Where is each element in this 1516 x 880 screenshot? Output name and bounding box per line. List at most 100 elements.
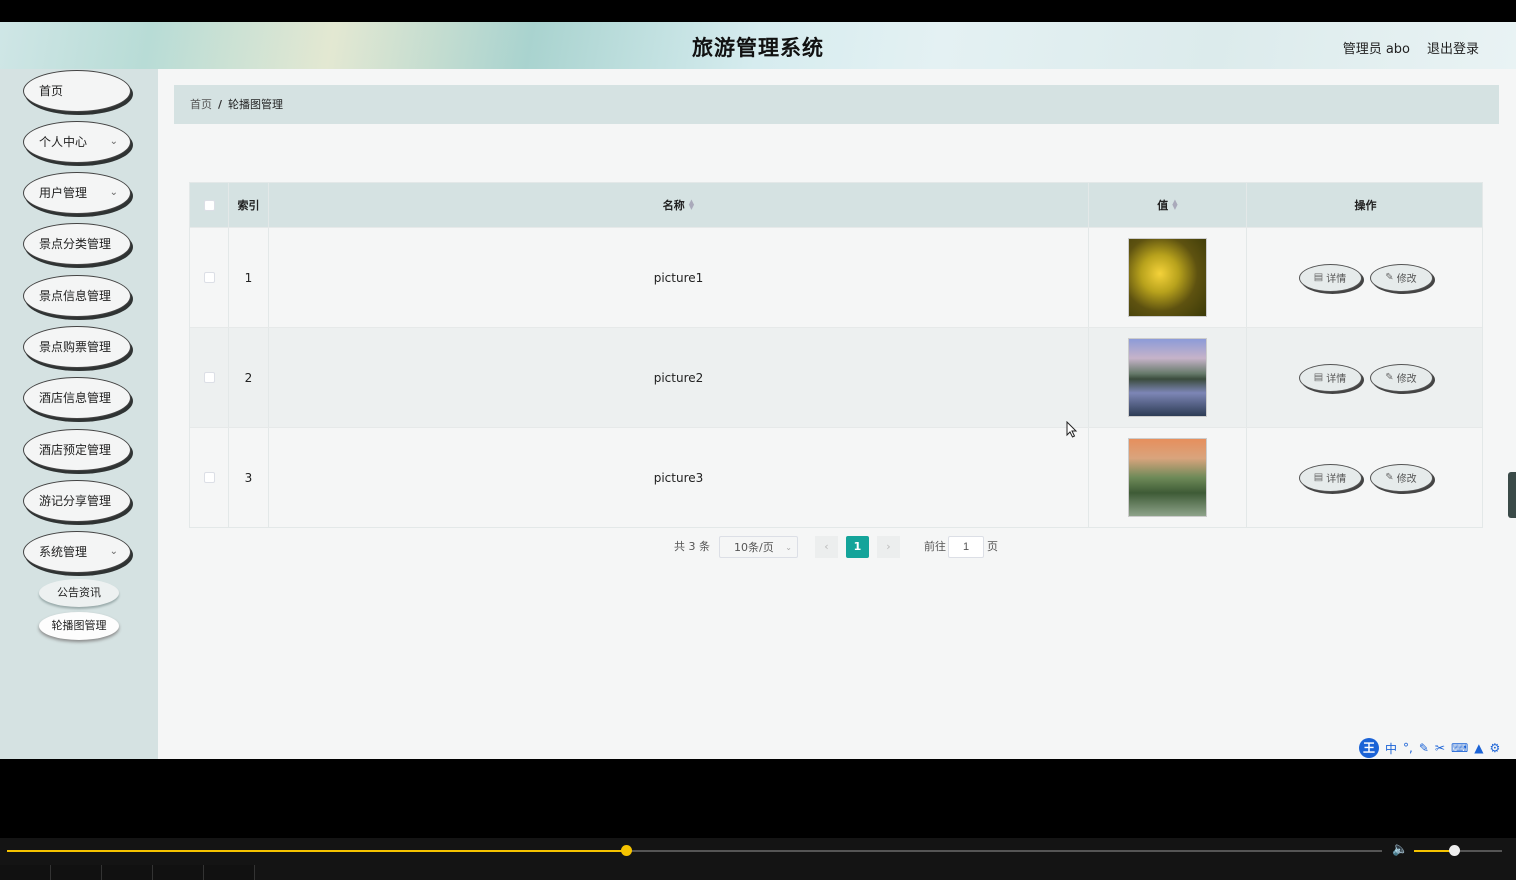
chevron-down-icon: ⌄ <box>109 187 118 198</box>
row-value <box>1089 328 1247 427</box>
row-ops: ▤ 详情 ✎ 修改 <box>1247 228 1484 327</box>
player-tab[interactable] <box>204 865 255 880</box>
row-select-cell <box>190 428 229 527</box>
detail-button[interactable]: ▤ 详情 <box>1298 263 1362 292</box>
player-tab[interactable] <box>51 865 102 880</box>
header-ops: 操作 <box>1354 199 1377 212</box>
sidebar-item-label: 游记分享管理 <box>39 494 112 508</box>
sidebar-item-label: 个人中心 <box>39 135 88 149</box>
edit-button[interactable]: ✎ 修改 <box>1369 463 1433 492</box>
progress-bar[interactable] <box>7 845 1382 856</box>
sidebar-item-label: 用户管理 <box>39 186 88 200</box>
app-window: 旅游管理系统 管理员 abo 退出登录 首页 个人中心 ⌄ 用户管理 ⌄ 景点分类管… <box>0 22 1516 759</box>
pagination-total: 共 3 条 <box>674 540 710 553</box>
prev-page-button[interactable]: ‹ <box>815 536 838 558</box>
scroll-handle[interactable] <box>1508 472 1516 518</box>
table-row: 3 picture3 ▤ 详情 ✎ 修改 <box>190 427 1482 527</box>
page-suffix: 页 <box>987 540 998 553</box>
sidebar-item-label: 酒店信息管理 <box>39 391 112 405</box>
detail-button-label: 详情 <box>1326 374 1347 385</box>
scissors-icon[interactable]: ✂ <box>1435 741 1445 755</box>
document-icon: ▤ <box>1313 472 1324 483</box>
breadcrumb: 首页 / 轮播图管理 <box>174 85 1499 124</box>
pencil-icon: ✎ <box>1385 472 1394 483</box>
sort-icon[interactable]: ▲ ▼ <box>689 199 694 211</box>
edit-button-label: 修改 <box>1396 474 1417 485</box>
row-value <box>1089 428 1247 527</box>
breadcrumb-current: 轮播图管理 <box>228 98 284 111</box>
player-tab[interactable] <box>153 865 204 880</box>
sidebar-item-user-management[interactable]: 用户管理 ⌄ <box>23 172 131 214</box>
breadcrumb-home[interactable]: 首页 <box>190 98 212 111</box>
chevron-right-icon: › <box>886 540 891 553</box>
row-index: 2 <box>229 328 269 427</box>
detail-button[interactable]: ▤ 详情 <box>1298 463 1362 492</box>
sidebar-item-label: 系统管理 <box>39 545 88 559</box>
document-icon: ▤ <box>1313 272 1324 283</box>
progress-fill <box>7 850 626 852</box>
sidebar-item-spot-tickets[interactable]: 景点购票管理 <box>23 326 131 368</box>
edit-button-label: 修改 <box>1396 374 1417 385</box>
edit-button[interactable]: ✎ 修改 <box>1369 263 1433 292</box>
detail-button[interactable]: ▤ 详情 <box>1298 363 1362 392</box>
header-index: 索引 <box>229 183 269 227</box>
sidebar-subitem-carousel[interactable]: 轮播图管理 <box>39 612 119 640</box>
sunset-island-image[interactable] <box>1128 438 1207 517</box>
volume-slider[interactable] <box>1414 845 1502 856</box>
chevron-down-icon: ⌄ <box>109 136 118 147</box>
player-tab[interactable] <box>102 865 153 880</box>
pencil-icon: ✎ <box>1385 372 1394 383</box>
ime-mode-toggle[interactable]: 中 <box>1385 740 1397 757</box>
next-page-button[interactable]: › <box>877 536 900 558</box>
sidebar-item-label: 景点分类管理 <box>39 237 112 251</box>
detail-button-label: 详情 <box>1326 274 1347 285</box>
sidebar-item-travel-notes[interactable]: 游记分享管理 <box>23 480 131 522</box>
keyboard-icon[interactable]: ⌨ <box>1451 741 1468 755</box>
row-checkbox[interactable] <box>203 472 215 483</box>
row-name: picture1 <box>269 228 1089 327</box>
punctuation-icon[interactable]: °, <box>1403 741 1413 755</box>
volume-knob[interactable] <box>1448 845 1460 856</box>
player-tab[interactable] <box>0 865 51 880</box>
row-ops: ▤ 详情 ✎ 修改 <box>1247 328 1484 427</box>
sidebar-item-label: 景点购票管理 <box>39 340 112 354</box>
sidebar-subitem-announcements[interactable]: 公告资讯 <box>39 579 119 607</box>
page-size-select[interactable]: 10条/页 ⌄ <box>719 536 798 558</box>
ime-logo-icon[interactable]: 王 <box>1359 738 1379 758</box>
logout-button[interactable]: 退出登录 <box>1427 38 1479 57</box>
mouse-cursor-icon <box>1066 421 1078 438</box>
edit-button[interactable]: ✎ 修改 <box>1369 363 1433 392</box>
sidebar-item-spot-info[interactable]: 景点信息管理 <box>23 275 131 317</box>
row-checkbox[interactable] <box>203 372 215 383</box>
sidebar-item-hotel-booking[interactable]: 酒店预定管理 <box>23 429 131 471</box>
volume-icon[interactable]: 🔈 <box>1392 842 1408 857</box>
sidebar-item-personal-center[interactable]: 个人中心 ⌄ <box>23 121 131 163</box>
progress-knob[interactable] <box>620 845 632 856</box>
page-button-current[interactable]: 1 <box>846 536 869 558</box>
select-all-checkbox[interactable] <box>203 199 215 211</box>
row-ops: ▤ 详情 ✎ 修改 <box>1247 428 1484 527</box>
video-player-bar: 🔈 <box>0 838 1516 880</box>
mountain-lake-image[interactable] <box>1128 338 1207 417</box>
page-size-value: 10条/页 <box>734 541 774 554</box>
sidebar-item-home[interactable]: 首页 <box>23 70 131 112</box>
row-index: 1 <box>229 228 269 327</box>
pen-icon[interactable]: ✎ <box>1419 741 1429 755</box>
app-title: 旅游管理系统 <box>692 36 824 60</box>
header-name[interactable]: 名称 ▲ ▼ <box>269 183 1089 227</box>
row-checkbox[interactable] <box>203 272 215 283</box>
document-icon: ▤ <box>1313 372 1324 383</box>
sidebar-item-system-management[interactable]: 系统管理 ⌄ <box>23 531 131 573</box>
sidebar-item-hotel-info[interactable]: 酒店信息管理 <box>23 377 131 419</box>
goto-page-input[interactable] <box>948 536 984 558</box>
sidebar-item-spot-category[interactable]: 景点分类管理 <box>23 223 131 265</box>
shirt-icon[interactable]: ▲ <box>1474 741 1483 755</box>
sort-icon[interactable]: ▲ ▼ <box>1172 199 1177 211</box>
gear-icon[interactable]: ⚙ <box>1490 741 1501 755</box>
row-select-cell <box>190 228 229 327</box>
player-tab-strip <box>0 865 255 880</box>
current-user: 管理员 abo <box>1342 42 1410 57</box>
yellow-flower-image[interactable] <box>1128 238 1207 317</box>
row-name: picture2 <box>269 328 1089 427</box>
header-value[interactable]: 值 ▲ ▼ <box>1089 183 1247 227</box>
